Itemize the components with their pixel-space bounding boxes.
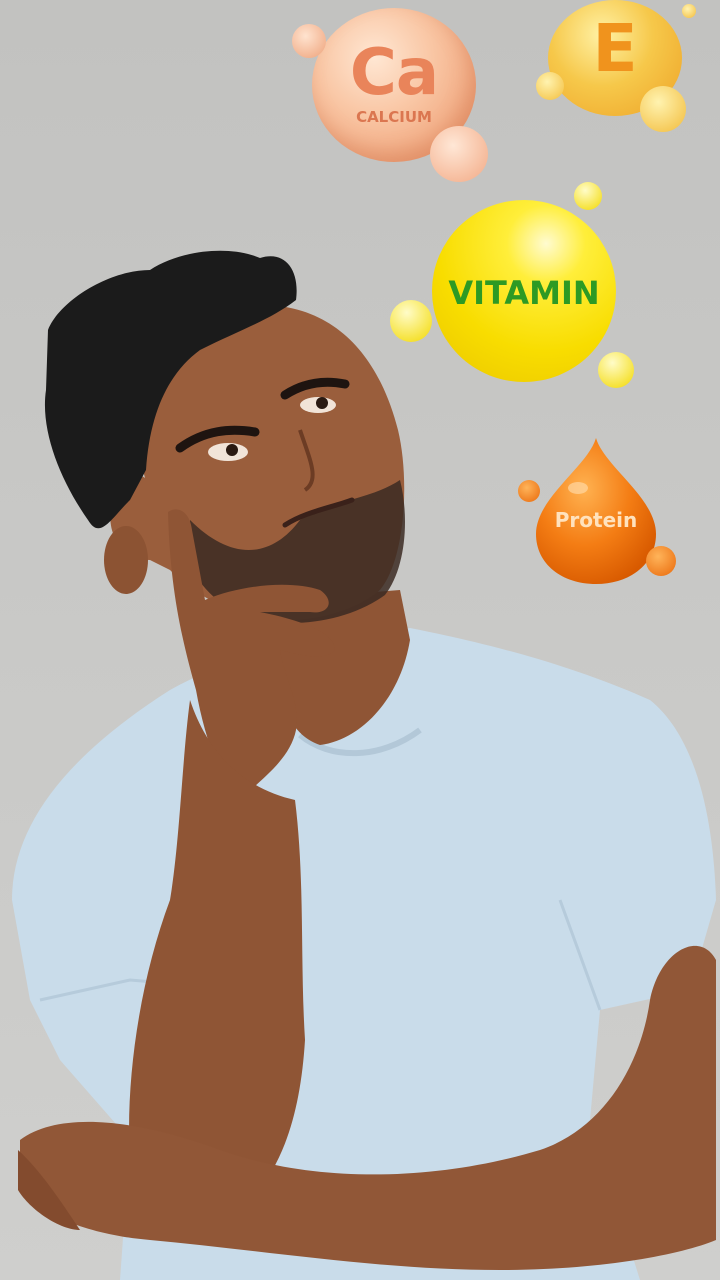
calcium-symbol: Ca [349, 36, 439, 110]
vitamin-bubble: VITAMIN [432, 200, 616, 382]
protein-right-bubble [646, 546, 676, 576]
vitamin-right-bubble [598, 352, 634, 388]
vitamin-e-medium-bubble [640, 86, 686, 132]
ear [104, 526, 148, 594]
protein-left-bubble [518, 480, 540, 502]
photo-stage: Ca CALCIUM E VITAMIN Protein [0, 0, 720, 1280]
vitamin-e-small-bubble [536, 72, 564, 100]
calcium-medium-bubble [430, 126, 488, 182]
vitamin-label: VITAMIN [448, 274, 600, 312]
protein-drop: Protein [534, 436, 658, 586]
calcium-small-bubble [292, 24, 326, 58]
vitamin-top-bubble [574, 182, 602, 210]
vitamin-e-symbol: E [592, 10, 638, 87]
vitamin-e-tiny-bubble [682, 4, 696, 18]
calcium-label: CALCIUM [356, 108, 432, 126]
thinking-man-figure [12, 250, 716, 1280]
vitamin-left-bubble [390, 300, 432, 342]
protein-label: Protein [554, 508, 638, 532]
